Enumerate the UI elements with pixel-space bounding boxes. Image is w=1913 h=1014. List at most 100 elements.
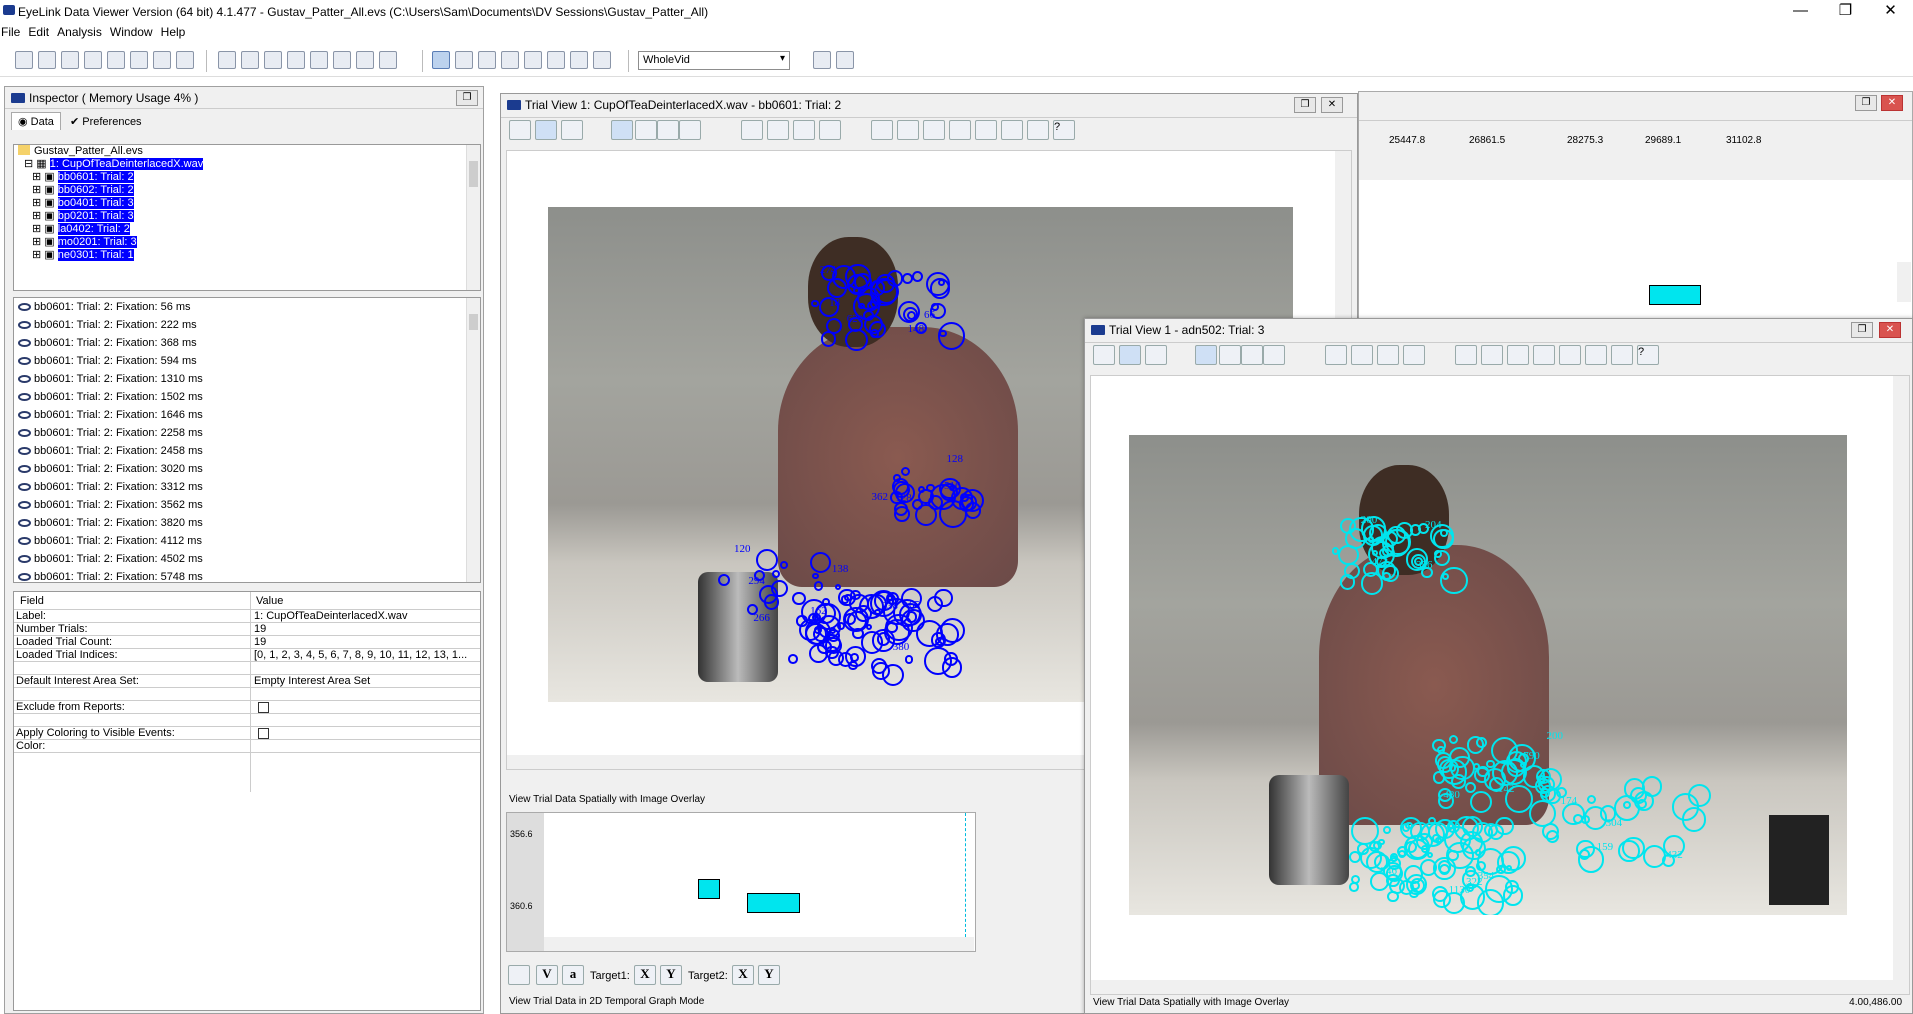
text-icon[interactable]: [949, 120, 971, 140]
table-row[interactable]: Apply Coloring to Visible Events:: [14, 727, 480, 740]
fixation-circle[interactable]: [1476, 860, 1487, 871]
image-icon[interactable]: [741, 120, 763, 140]
tree-scrollbar[interactable]: [466, 145, 480, 290]
fixation-circle[interactable]: [855, 604, 872, 622]
tree-item[interactable]: ⊞ ▣ ne0301: Trial: 1: [14, 249, 480, 262]
fixation-circle[interactable]: [923, 647, 952, 675]
copy-icon[interactable]: [241, 51, 259, 69]
rectangle-icon[interactable]: [1219, 345, 1241, 365]
fixation-circle[interactable]: [865, 623, 872, 630]
fixation-circle[interactable]: [810, 299, 819, 308]
period-select[interactable]: WholeVid ▾: [638, 51, 790, 70]
ellipse-icon[interactable]: [1241, 345, 1263, 365]
fixation-circle[interactable]: [1539, 784, 1557, 802]
table-row[interactable]: Exclude from Reports:: [14, 701, 480, 714]
open-recent-icon[interactable]: [61, 51, 79, 69]
fixation-circle[interactable]: [1469, 790, 1492, 814]
console-icon[interactable]: [813, 51, 831, 69]
fixation-circle[interactable]: [958, 495, 975, 512]
eye-blink-icon[interactable]: [501, 51, 519, 69]
table-row[interactable]: Loaded Trial Indices: [0, 1, 2, 3, 4, 5, …: [14, 649, 480, 662]
eye-saccade-icon[interactable]: [478, 51, 496, 69]
close-icon[interactable]: ✕: [1321, 97, 1343, 113]
restore-icon[interactable]: ❐: [1855, 95, 1877, 111]
save-ia-icon[interactable]: [871, 120, 893, 140]
search-icon[interactable]: [1351, 345, 1373, 365]
fixation-circle[interactable]: [825, 317, 842, 334]
ellipse-icon[interactable]: [657, 120, 679, 140]
save-as-icon[interactable]: [130, 51, 148, 69]
new-file-icon[interactable]: [15, 51, 33, 69]
fixation-circle[interactable]: [1433, 550, 1450, 567]
fixation-circle[interactable]: [1505, 864, 1512, 871]
text-icon[interactable]: [1533, 345, 1555, 365]
fixation-circle[interactable]: [1378, 838, 1385, 845]
save-ia-icon[interactable]: [1455, 345, 1477, 365]
fixation-circle[interactable]: [1447, 849, 1460, 862]
package-export-icon[interactable]: [176, 51, 194, 69]
fixation-circle[interactable]: [1576, 839, 1595, 859]
list-item[interactable]: bb0601: Trial: 2: Fixation: 3020 ms: [14, 460, 480, 478]
tab-data[interactable]: ◉ Data: [11, 112, 61, 130]
shield-icon[interactable]: [1001, 120, 1023, 140]
fixation-circle[interactable]: [1681, 807, 1707, 832]
close-icon[interactable]: ✕: [1868, 0, 1913, 22]
fixation-circle[interactable]: [886, 621, 899, 634]
table-row[interactable]: [14, 662, 480, 675]
table-row[interactable]: Number Trials: 19: [14, 623, 480, 636]
fixation-circle[interactable]: [858, 303, 865, 310]
fixation-circle[interactable]: [869, 320, 887, 338]
fixation-circle[interactable]: [845, 646, 866, 667]
list-item[interactable]: bb0601: Trial: 2: Fixation: 2458 ms: [14, 442, 480, 460]
pointer-icon[interactable]: [611, 120, 633, 140]
eye-fixation-icon[interactable]: [455, 51, 473, 69]
list-item[interactable]: bb0601: Trial: 2: Fixation: 3820 ms: [14, 514, 480, 532]
fixation-block[interactable]: [747, 893, 800, 913]
save-icon[interactable]: [107, 51, 125, 69]
target1-x-button[interactable]: X: [634, 965, 656, 985]
restore-icon[interactable]: ❐: [1294, 97, 1316, 113]
freehand-icon[interactable]: [1263, 345, 1285, 365]
paste-icon[interactable]: [264, 51, 282, 69]
cut-icon[interactable]: [218, 51, 236, 69]
fixation-circle[interactable]: [1387, 890, 1399, 903]
fixation-circle[interactable]: [1448, 735, 1458, 745]
tree-item[interactable]: ⊞ ▣ bo0401: Trial: 3: [14, 197, 480, 210]
fixation-circle[interactable]: [845, 328, 868, 352]
maximize-icon[interactable]: ❐: [1823, 0, 1868, 22]
animation-icon[interactable]: [561, 120, 583, 140]
tree-trial-group[interactable]: ⊟ ▦ 1: CupOfTeaDeinterlacedX.wav: [14, 158, 480, 171]
load-ia-icon[interactable]: [897, 120, 919, 140]
list-item[interactable]: bb0601: Trial: 2: Fixation: 2258 ms: [14, 424, 480, 442]
list-item[interactable]: bb0601: Trial: 2: Fixation: 3312 ms: [14, 478, 480, 496]
menu-analysis[interactable]: Analysis: [56, 24, 106, 39]
list-item[interactable]: bb0601: Trial: 2: Fixation: 4112 ms: [14, 532, 480, 550]
fixation-circle[interactable]: [935, 622, 959, 646]
rectangle-icon[interactable]: [635, 120, 657, 140]
fixation-circle[interactable]: [1573, 814, 1583, 824]
import-icon[interactable]: [84, 51, 102, 69]
package-icon[interactable]: [153, 51, 171, 69]
load-ia-icon[interactable]: [1481, 345, 1503, 365]
time-cursor[interactable]: [965, 813, 966, 937]
close-icon[interactable]: ✕: [1881, 95, 1903, 111]
tab-preferences[interactable]: ✔ Preferences: [64, 113, 148, 130]
list-item[interactable]: bb0601: Trial: 2: Fixation: 3562 ms: [14, 496, 480, 514]
minimize-icon[interactable]: —: [1778, 0, 1823, 22]
image-icon[interactable]: [1325, 345, 1347, 365]
shield-icon[interactable]: [1585, 345, 1607, 365]
table-row[interactable]: [14, 714, 480, 727]
fixation-circle[interactable]: [835, 584, 842, 591]
fixation-circle[interactable]: [937, 322, 966, 350]
close-icon[interactable]: ✕: [1879, 322, 1901, 338]
fixation-circle[interactable]: [813, 581, 824, 592]
temporal-graph-icon[interactable]: [1093, 345, 1115, 365]
menu-window[interactable]: Window: [109, 24, 157, 39]
fixation-circle[interactable]: [1432, 738, 1446, 752]
target1-y-button[interactable]: Y: [660, 965, 682, 985]
event-scrollbar[interactable]: [466, 298, 480, 582]
tree-item[interactable]: ⊞ ▣ bb0601: Trial: 2: [14, 171, 480, 184]
fixation-circle[interactable]: [1389, 852, 1399, 862]
fixation-circle[interactable]: [1440, 566, 1468, 594]
fixation-circle[interactable]: [904, 655, 914, 664]
